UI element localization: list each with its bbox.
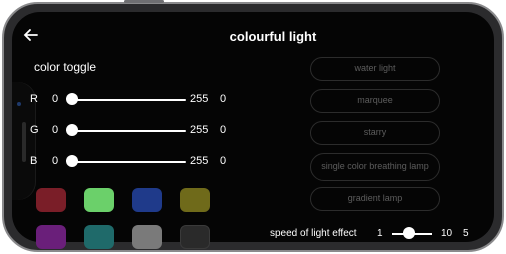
slider-min: 0	[52, 124, 59, 136]
color-swatch[interactable]	[84, 225, 114, 249]
channel-label: R	[30, 93, 38, 105]
speed-max: 10	[441, 228, 453, 239]
color-swatch[interactable]	[132, 188, 162, 212]
slider-value: 0	[220, 155, 227, 167]
slider-knob[interactable]	[66, 93, 78, 105]
slider-min: 0	[52, 93, 59, 105]
slider-r: R 0 255 0	[30, 93, 240, 107]
slider-track[interactable]	[68, 161, 186, 163]
color-swatch[interactable]	[36, 225, 66, 249]
color-swatch[interactable]	[84, 188, 114, 212]
page-title: colourful light	[229, 29, 317, 44]
mode-water-light-button[interactable]: water light	[310, 57, 440, 81]
color-swatch[interactable]	[180, 188, 210, 212]
mode-single-color-breathing-button[interactable]: single color breathing lamp	[310, 153, 440, 181]
color-toggle-label: color toggle	[34, 60, 97, 74]
color-swatch[interactable]	[36, 188, 66, 212]
speed-label: speed of light effect	[270, 228, 357, 239]
channel-label: G	[30, 124, 39, 136]
color-swatch[interactable]	[132, 225, 162, 249]
slider-max: 255	[190, 93, 209, 105]
mode-gradient-lamp-button[interactable]: gradient lamp	[310, 187, 440, 211]
slider-track[interactable]	[68, 130, 186, 132]
speed-slider-knob[interactable]	[403, 227, 415, 239]
slider-b: B 0 255 0	[30, 155, 240, 169]
slider-knob[interactable]	[66, 124, 78, 136]
slider-value: 0	[220, 93, 227, 105]
slider-max: 255	[190, 124, 209, 136]
speed-value: 5	[463, 228, 469, 239]
slider-max: 255	[190, 155, 209, 167]
channel-label: B	[30, 155, 38, 167]
speed-min: 1	[377, 228, 383, 239]
mode-marquee-button[interactable]: marquee	[310, 89, 440, 113]
slider-min: 0	[52, 155, 59, 167]
power-button	[124, 0, 164, 3]
mode-starry-button[interactable]: starry	[310, 121, 440, 145]
slider-knob[interactable]	[66, 155, 78, 167]
camera-icon	[17, 102, 21, 106]
slider-g: G 0 255 0	[30, 124, 240, 138]
slider-value: 0	[220, 124, 227, 136]
color-off-swatch[interactable]	[180, 225, 210, 249]
speaker-grille	[22, 122, 26, 162]
slider-track[interactable]	[68, 99, 186, 101]
